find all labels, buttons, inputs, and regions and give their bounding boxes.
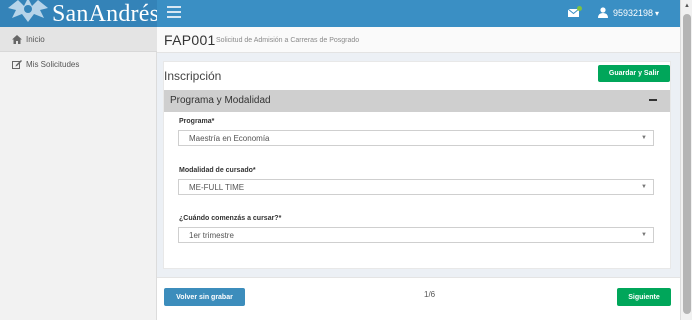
form-navigation: Volver sin grabar 1/6 Siguiente bbox=[157, 277, 680, 320]
menu-toggle-icon[interactable] bbox=[167, 6, 181, 18]
form-box: Inscripción Guardar y Salir Programa y M… bbox=[163, 61, 671, 269]
inicio-cursada-label: ¿Cuándo comenzás a cursar?* bbox=[179, 215, 282, 222]
sidebar-item-mis-solicitudes[interactable]: Mis Solicitudes bbox=[0, 52, 157, 77]
modalidad-value: ME-FULL TIME bbox=[189, 183, 245, 192]
home-icon bbox=[12, 35, 22, 44]
inicio-cursada-select[interactable]: 1er trimestre ▼ bbox=[178, 227, 654, 243]
modalidad-select[interactable]: ME-FULL TIME ▼ bbox=[178, 179, 654, 195]
section-title: Programa y Modalidad bbox=[170, 95, 271, 106]
chevron-down-icon: ▼ bbox=[641, 232, 647, 238]
step-counter: 1/6 bbox=[424, 290, 436, 299]
user-menu[interactable]: 95932198 ▾ bbox=[613, 8, 659, 18]
sidebar-item-inicio[interactable]: Inicio bbox=[0, 27, 157, 52]
save-and-exit-button[interactable]: Guardar y Salir bbox=[598, 65, 670, 82]
back-without-saving-button[interactable]: Volver sin grabar bbox=[164, 288, 245, 306]
scrollbar[interactable]: ▲ bbox=[680, 0, 692, 320]
programa-select[interactable]: Maestría en Economía ▼ bbox=[178, 130, 654, 146]
sidebar-item-label: Mis Solicitudes bbox=[26, 60, 80, 69]
scroll-up-icon[interactable]: ▲ bbox=[684, 3, 690, 9]
notification-dot bbox=[577, 6, 582, 11]
page-subtitle: Solicitud de Admisión a Carreras de Posg… bbox=[216, 37, 360, 44]
logo[interactable]: SanAndrés bbox=[0, 0, 157, 27]
modalidad-label: Modalidad de cursado* bbox=[179, 167, 256, 174]
chevron-down-icon: ▾ bbox=[655, 9, 660, 18]
next-button[interactable]: Siguiente bbox=[617, 288, 671, 306]
programa-label: Programa* bbox=[179, 118, 215, 125]
user-id: 95932198 bbox=[613, 8, 654, 18]
top-navbar: SanAndrés 95932198 ▾ bbox=[0, 0, 680, 27]
programa-value: Maestría en Economía bbox=[189, 134, 270, 143]
inicio-cursada-value: 1er trimestre bbox=[189, 231, 234, 240]
sidebar-item-label: Inicio bbox=[26, 35, 45, 44]
chevron-down-icon: ▼ bbox=[641, 135, 647, 141]
section-header[interactable]: Programa y Modalidad bbox=[164, 90, 670, 112]
logo-text: SanAndrés bbox=[52, 1, 157, 27]
edit-icon bbox=[12, 60, 22, 69]
page-title: FAP001 bbox=[164, 32, 216, 48]
scrollbar-thumb[interactable] bbox=[683, 14, 691, 314]
form-title: Inscripción bbox=[164, 69, 222, 83]
content-header: FAP001 Solicitud de Admisión a Carreras … bbox=[157, 27, 680, 53]
chevron-down-icon: ▼ bbox=[641, 184, 647, 190]
sidebar: Inicio Mis Solicitudes bbox=[0, 27, 157, 320]
crest-icon bbox=[8, 0, 48, 22]
collapse-icon[interactable] bbox=[649, 99, 657, 101]
user-icon bbox=[598, 7, 608, 18]
